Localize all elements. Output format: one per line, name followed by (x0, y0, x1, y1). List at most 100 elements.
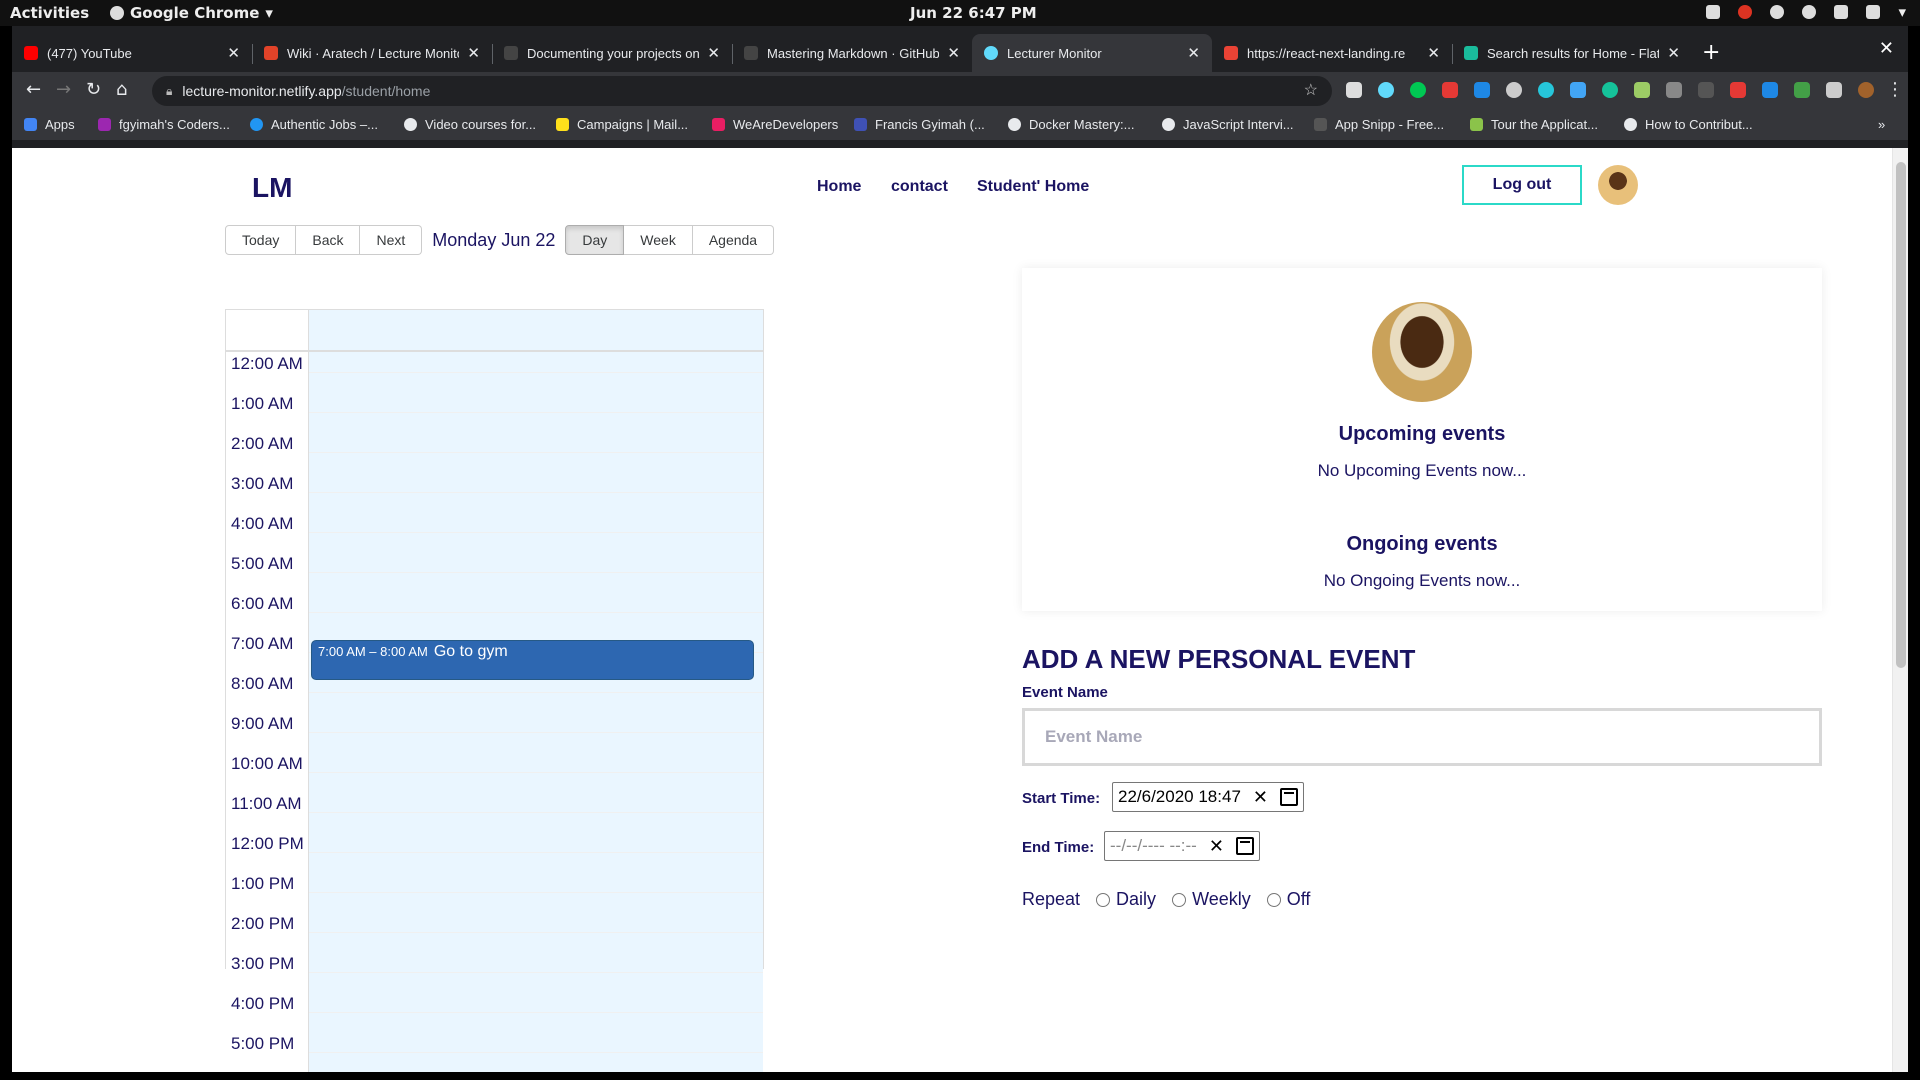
menu-icon[interactable]: ⋮ (1886, 79, 1904, 100)
extension-icon[interactable] (1634, 82, 1650, 98)
close-icon[interactable]: ✕ (1667, 44, 1680, 62)
time-slot-cell[interactable] (309, 552, 763, 592)
lock-icon[interactable]: 🔒︎ (166, 84, 172, 99)
extension-icon[interactable] (1730, 82, 1746, 98)
time-slot-cell[interactable] (309, 952, 763, 992)
radio-circle[interactable] (1096, 892, 1111, 907)
time-slot-cell[interactable] (309, 432, 763, 472)
close-icon[interactable]: ✕ (707, 44, 720, 62)
close-icon[interactable]: ✕ (1427, 44, 1440, 62)
time-slot-cell[interactable] (309, 392, 763, 432)
view-day-button[interactable]: Day (565, 225, 625, 255)
time-slot-cell[interactable] (309, 992, 763, 1032)
system-clock[interactable]: Jun 22 6:47 PM (910, 4, 1037, 22)
event-name-input[interactable] (1022, 708, 1822, 766)
start-time-input[interactable]: 22/6/2020 18:47 ✕ (1112, 782, 1304, 812)
bookmark-star-icon[interactable]: ☆ (1304, 80, 1318, 100)
grid-icon[interactable] (1706, 5, 1721, 19)
extension-icon[interactable] (1698, 82, 1714, 98)
scrollbar-thumb[interactable] (1896, 162, 1906, 668)
end-time-input[interactable]: --/--/---- --:-- ✕ (1104, 831, 1260, 861)
view-agenda-button[interactable]: Agenda (692, 225, 775, 255)
time-slot-cell[interactable] (309, 832, 763, 872)
bookmark-item[interactable]: Tour the Applicat... (1470, 117, 1598, 132)
react-devtools-icon[interactable] (1378, 82, 1394, 98)
repeat-daily-radio[interactable]: Daily (1096, 889, 1156, 910)
close-icon[interactable]: ✕ (467, 44, 480, 62)
time-slot-cell[interactable] (309, 592, 763, 632)
new-tab-button[interactable]: + (1702, 40, 1720, 65)
time-slot-cell[interactable] (309, 352, 763, 392)
extension-icon[interactable] (1474, 82, 1490, 98)
back-button[interactable]: Back (296, 225, 361, 255)
close-icon[interactable]: ✕ (1187, 44, 1200, 62)
bookmark-item[interactable]: Authentic Jobs –... (250, 117, 378, 132)
repeat-weekly-radio[interactable]: Weekly (1172, 889, 1251, 910)
extension-icon[interactable] (1442, 82, 1458, 98)
tab-lecturer-monitor[interactable]: Lecturer Monitor ✕ (972, 34, 1212, 72)
bookmark-item[interactable]: WeAreDevelopers (712, 117, 838, 132)
time-slot-cell[interactable] (309, 512, 763, 552)
calendar-event[interactable]: 7:00 AM – 8:00 AM Go to gym (311, 640, 754, 680)
night-light-icon[interactable] (1770, 5, 1785, 19)
extension-icon[interactable] (1570, 82, 1586, 98)
tab-documenting[interactable]: Documenting your projects on ✕ (492, 34, 732, 72)
calendar-icon[interactable] (1235, 837, 1254, 855)
close-icon[interactable]: ✕ (947, 44, 960, 62)
user-avatar[interactable] (1598, 165, 1638, 205)
puzzle-icon[interactable] (1826, 82, 1842, 98)
tab-youtube[interactable]: (477) YouTube ✕ (12, 34, 252, 72)
system-tray[interactable]: ▾ (1706, 3, 1906, 21)
extension-icon[interactable] (1762, 82, 1778, 98)
tab-markdown[interactable]: Mastering Markdown · GitHub ✕ (732, 34, 972, 72)
chevron-down-icon[interactable]: ▾ (1898, 3, 1906, 21)
home-icon[interactable]: ⌂ (116, 79, 127, 100)
bookmarks-overflow-icon[interactable]: » (1878, 117, 1885, 132)
profile-avatar-icon[interactable] (1858, 82, 1874, 98)
time-slot-cell[interactable] (309, 912, 763, 952)
day-header[interactable] (309, 310, 763, 350)
window-close-button[interactable]: ✕ (1879, 38, 1894, 59)
bookmark-item[interactable]: JavaScript Intervi... (1162, 117, 1294, 132)
close-icon[interactable]: ✕ (227, 44, 240, 62)
extension-icon[interactable] (1506, 82, 1522, 98)
radio-circle[interactable] (1266, 892, 1281, 907)
today-button[interactable]: Today (225, 225, 297, 255)
forward-icon[interactable]: → (56, 79, 71, 100)
site-logo[interactable]: LM (252, 172, 292, 204)
vue-devtools-icon[interactable] (1346, 82, 1362, 98)
next-button[interactable]: Next (360, 225, 423, 255)
bookmark-item[interactable]: Video courses for... (404, 117, 536, 132)
calendar-icon[interactable] (1280, 788, 1298, 806)
activities-button[interactable]: Activities (10, 4, 89, 22)
repeat-off-radio[interactable]: Off (1266, 889, 1310, 910)
logout-button[interactable]: Log out (1462, 165, 1582, 205)
extension-icon[interactable] (1794, 82, 1810, 98)
time-slot-cell[interactable] (309, 472, 763, 512)
gmail-icon[interactable] (1738, 5, 1753, 19)
time-slot-cell[interactable] (309, 1032, 763, 1072)
bookmark-item[interactable]: Campaigns | Mail... (556, 117, 688, 132)
bookmark-item[interactable]: How to Contribut... (1624, 117, 1753, 132)
extension-icon[interactable] (1538, 82, 1554, 98)
grammarly-icon[interactable] (1602, 82, 1618, 98)
bookmark-item[interactable]: fgyimah's Coders... (98, 117, 230, 132)
app-menu[interactable]: Google Chrome ▾ (110, 4, 273, 22)
bookmark-item[interactable]: Francis Gyimah (... (854, 117, 985, 132)
lock-icon[interactable] (1866, 5, 1881, 19)
time-slot-cell[interactable] (309, 752, 763, 792)
nav-link-contact[interactable]: contact (891, 178, 948, 196)
tab-react-next[interactable]: https://react-next-landing.re ✕ (1212, 34, 1452, 72)
bookmark-item[interactable]: Docker Mastery:... (1008, 117, 1134, 132)
bookmark-item[interactable]: Apps (24, 117, 75, 132)
wifi-icon[interactable] (1802, 5, 1817, 19)
tab-wiki[interactable]: Wiki · Aratech / Lecture Monitor ✕ (252, 34, 492, 72)
time-slot-cell[interactable] (309, 712, 763, 752)
nav-link-student-home[interactable]: Student' Home (977, 178, 1089, 196)
nav-link-home[interactable]: Home (817, 178, 861, 196)
back-icon[interactable]: ← (26, 79, 41, 100)
reload-icon[interactable]: ↻ (86, 79, 101, 100)
extension-icon[interactable] (1410, 82, 1426, 98)
address-bar[interactable]: 🔒︎ lecture-monitor.netlify.app/student/h… (152, 76, 1332, 106)
page-scrollbar[interactable] (1892, 148, 1908, 1072)
